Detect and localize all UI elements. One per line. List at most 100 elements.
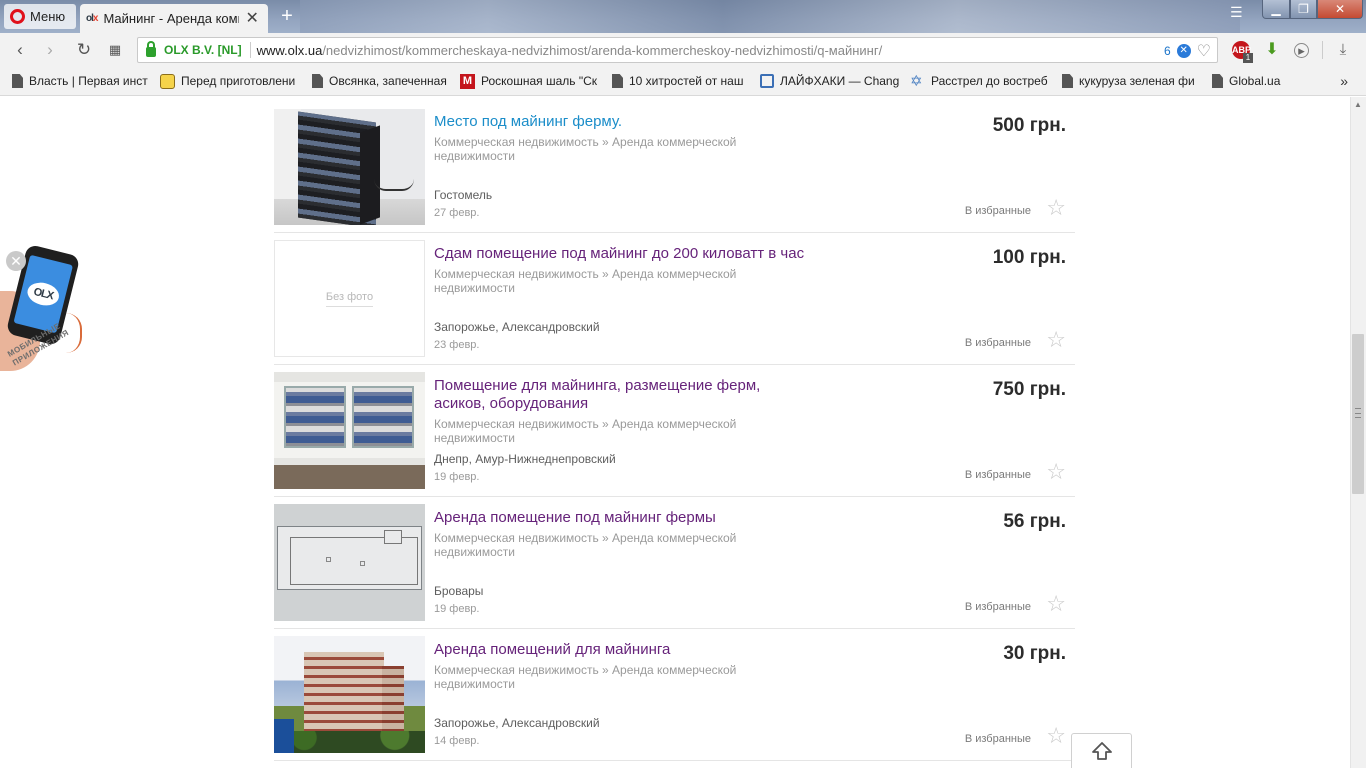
close-window-icon[interactable]: ✕ bbox=[1317, 0, 1363, 19]
url-separator bbox=[249, 42, 251, 58]
back-to-top-button[interactable] bbox=[1071, 733, 1132, 768]
bookmark-item[interactable]: Перед приготовлени bbox=[160, 72, 300, 90]
listing-title[interactable]: Аренда помещение под майнинг фермы bbox=[434, 509, 814, 527]
url-actions: 6 ✕ ♡ bbox=[1164, 41, 1211, 61]
heart-bookmark-icon[interactable]: ♡ bbox=[1197, 41, 1211, 61]
toolbar-divider bbox=[1322, 41, 1323, 59]
listing-location: Днепр, Амур-Нижнеднепровский bbox=[434, 452, 616, 466]
favorite-star-icon[interactable]: ☆ bbox=[1046, 461, 1066, 483]
listing-row: Аренда помещение под майнинг фермы Комме… bbox=[274, 497, 1075, 629]
doc-icon bbox=[312, 74, 323, 88]
forward-arrow-icon[interactable]: › bbox=[40, 40, 60, 60]
add-to-favorites-label[interactable]: В избранные bbox=[965, 601, 1031, 613]
badge-count: 6 bbox=[1163, 44, 1171, 58]
listing-title[interactable]: Помещение для майнинга, размещение ферм,… bbox=[434, 377, 814, 413]
maximize-icon[interactable]: ❐ bbox=[1290, 0, 1317, 19]
bookmark-item[interactable]: Global.ua bbox=[1212, 72, 1302, 90]
listing-price: 100 грн. bbox=[992, 247, 1066, 268]
address-bar[interactable]: OLX B.V. [NL] www.olx.ua /nedvizhimost/k… bbox=[137, 37, 1218, 63]
lock-icon bbox=[146, 40, 156, 57]
bookmark-item[interactable]: 10 хитростей от наш bbox=[612, 72, 752, 90]
scrollbar-grip bbox=[1355, 408, 1361, 418]
listing-category: Коммерческая недвижимость » Аренда комме… bbox=[434, 663, 737, 691]
back-arrow-icon[interactable]: ‹ bbox=[10, 40, 30, 60]
url-host: www.olx.ua bbox=[256, 42, 323, 58]
listing-price: 500 грн. bbox=[992, 115, 1066, 136]
minimize-icon[interactable]: ▁ bbox=[1262, 0, 1290, 19]
opera-logo-icon bbox=[10, 9, 25, 24]
add-to-favorites-label[interactable]: В избранные bbox=[965, 205, 1031, 217]
promo-close-icon[interactable]: ✕ bbox=[6, 251, 26, 271]
listing-location: Бровары bbox=[434, 584, 484, 598]
listing-date: 19 февр. bbox=[434, 471, 480, 483]
listing-price: 56 грн. bbox=[1003, 511, 1066, 532]
add-to-favorites-label[interactable]: В избранные bbox=[965, 469, 1031, 481]
star-of-david-icon: ✡ bbox=[910, 73, 923, 90]
listing-photo[interactable] bbox=[274, 636, 425, 753]
more-bookmarks-icon[interactable]: » bbox=[1340, 73, 1348, 89]
window-controls: ▁ ❐ ✕ bbox=[1262, 0, 1363, 19]
bookmark-item[interactable]: ЛАЙФХАКИ — Chang bbox=[760, 72, 900, 90]
tab-bar: Меню olx Майнинг - Аренда комме ✕ + ☰ ▁ … bbox=[0, 0, 1366, 33]
vpn-badge-icon[interactable]: ✕ bbox=[1176, 44, 1191, 58]
no-photo-label: Без фото bbox=[325, 291, 374, 307]
favorite-star-icon[interactable]: ☆ bbox=[1046, 329, 1066, 351]
listing-photo[interactable] bbox=[274, 504, 425, 621]
bookmark-item[interactable]: Овсянка, запеченная bbox=[312, 72, 452, 90]
active-tab[interactable]: olx Майнинг - Аренда комме ✕ bbox=[80, 4, 268, 33]
listing-photo-placeholder[interactable]: Без фото bbox=[274, 240, 425, 357]
favorite-star-icon[interactable]: ☆ bbox=[1046, 197, 1066, 219]
play-icon[interactable]: ▸ bbox=[1294, 43, 1309, 58]
doc-icon bbox=[612, 74, 623, 88]
background-wallpaper bbox=[300, 0, 1240, 33]
tab-title: Майнинг - Аренда комме bbox=[103, 11, 240, 26]
certificate-label[interactable]: OLX B.V. [NL] bbox=[164, 43, 242, 57]
doc-icon bbox=[1212, 74, 1223, 88]
new-tab-button[interactable]: + bbox=[276, 6, 298, 28]
downloads-icon[interactable]: ⤓ bbox=[1334, 41, 1352, 59]
listing-date: 23 февр. bbox=[434, 339, 480, 351]
bookmark-item[interactable]: M Роскошная шаль "Ск bbox=[460, 72, 600, 90]
favorite-star-icon[interactable]: ☆ bbox=[1046, 593, 1066, 615]
m-icon: M bbox=[460, 73, 475, 89]
page-content: Место под майнинг ферму. Коммерческая не… bbox=[0, 97, 1350, 768]
listing-date: 19 февр. bbox=[434, 603, 480, 615]
listing-location: Запорожье, Александровский bbox=[434, 716, 600, 730]
listing-category: Коммерческая недвижимость » Аренда комме… bbox=[434, 135, 737, 163]
opera-menu-button[interactable]: Меню bbox=[4, 4, 76, 29]
url-path: /nedvizhimost/kommercheskaya-nedvizhimos… bbox=[322, 42, 883, 58]
olx-favicon-icon: olx bbox=[86, 13, 98, 24]
add-to-favorites-label[interactable]: В избранные bbox=[965, 733, 1031, 745]
scroll-up-arrow-icon[interactable]: ▲ bbox=[1354, 100, 1362, 109]
check-icon bbox=[760, 74, 774, 88]
add-to-favorites-label[interactable]: В избранные bbox=[965, 337, 1031, 349]
listing-row: Без фото Сдам помещение под майнинг до 2… bbox=[274, 233, 1075, 365]
listing-row: Аренда помещений для майнинга Коммерческ… bbox=[274, 629, 1075, 761]
listing-photo[interactable] bbox=[274, 372, 425, 489]
tab-menu-icon[interactable]: ☰ bbox=[1230, 4, 1248, 21]
listing-category: Коммерческая недвижимость » Аренда комме… bbox=[434, 267, 737, 295]
panda-icon bbox=[160, 73, 175, 89]
bookmark-item[interactable]: ✡ Расстрел до востреб bbox=[910, 72, 1050, 90]
listing-photo[interactable] bbox=[274, 109, 425, 225]
speed-dial-icon[interactable]: ▦ bbox=[105, 40, 125, 60]
doc-icon bbox=[12, 74, 23, 88]
adblock-count: 1 bbox=[1243, 53, 1253, 63]
listing-title[interactable]: Аренда помещений для майнинга bbox=[434, 641, 814, 659]
mobile-app-promo[interactable]: OLX МОБИЛЬНЫЕ ПРИЛОЖЕНИЯ ✕ bbox=[0, 243, 92, 413]
listing-title[interactable]: Сдам помещение под майнинг до 200 килова… bbox=[434, 245, 814, 263]
listing-category: Коммерческая недвижимость » Аренда комме… bbox=[434, 531, 737, 559]
reload-icon[interactable]: ↻ bbox=[74, 40, 94, 60]
listing-location: Запорожье, Александровский bbox=[434, 320, 600, 334]
listing-location: Гостомель bbox=[434, 188, 493, 202]
bookmark-item[interactable]: Власть | Первая инст bbox=[12, 72, 152, 90]
download-extension-icon[interactable]: ⬇ bbox=[1263, 41, 1281, 59]
tab-close-icon[interactable]: ✕ bbox=[245, 10, 258, 27]
listing-title[interactable]: Место под майнинг ферму. bbox=[434, 113, 814, 131]
listing-row: Помещение для майнинга, размещение ферм,… bbox=[274, 365, 1075, 497]
favorite-star-icon[interactable]: ☆ bbox=[1046, 725, 1066, 747]
listing-category: Коммерческая недвижимость » Аренда комме… bbox=[434, 417, 737, 445]
menu-label: Меню bbox=[30, 9, 66, 24]
olx-logo: OLX bbox=[25, 279, 62, 309]
bookmark-item[interactable]: кукуруза зеленая фи bbox=[1062, 72, 1202, 90]
